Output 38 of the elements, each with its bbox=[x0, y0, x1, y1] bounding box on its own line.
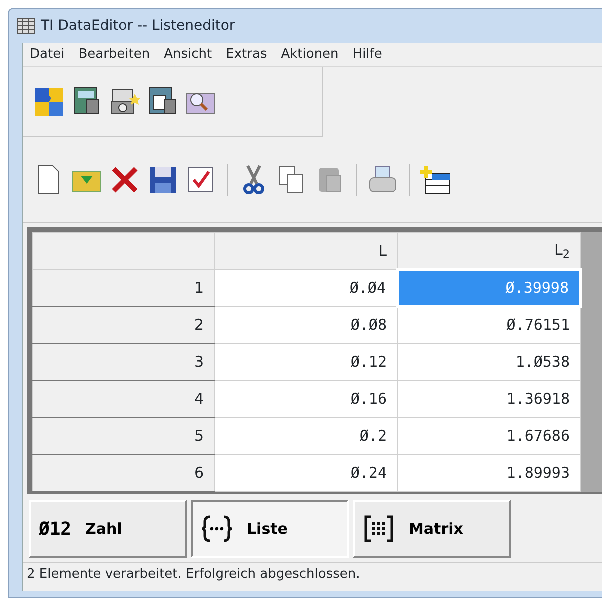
table-cell[interactable]: 1.67686 bbox=[398, 418, 580, 454]
list-braces-icon bbox=[201, 515, 233, 543]
table-cell[interactable]: Ø.Ø8 bbox=[214, 306, 398, 344]
menu-item[interactable]: Ansicht bbox=[157, 44, 220, 64]
row-header[interactable]: 1 bbox=[32, 270, 214, 306]
table-cell[interactable]: Ø.24 bbox=[214, 454, 398, 492]
matrix-brackets-icon bbox=[363, 515, 395, 543]
column-header[interactable]: L$_{2}$ bbox=[398, 232, 580, 270]
menu-item[interactable]: Aktionen bbox=[274, 44, 346, 64]
table-cell[interactable]: Ø.16 bbox=[214, 380, 398, 418]
menu-item[interactable]: Extras bbox=[219, 44, 274, 64]
device-icon[interactable] bbox=[147, 86, 179, 118]
menu-item[interactable]: Bearbeiten bbox=[72, 44, 158, 64]
row-header[interactable]: 2 bbox=[32, 306, 214, 344]
printer-icon[interactable] bbox=[367, 164, 399, 196]
table-cell[interactable]: Ø.12 bbox=[214, 344, 398, 380]
table-cell[interactable]: 1.Ø538 bbox=[398, 344, 580, 380]
puzzle-icon[interactable] bbox=[33, 86, 65, 118]
column-header[interactable]: L bbox=[214, 232, 398, 270]
table-cell[interactable]: 1.36918 bbox=[398, 380, 580, 418]
type-button[interactable]: Matrix bbox=[353, 500, 511, 558]
table-cell[interactable]: Ø.2 bbox=[214, 418, 398, 454]
status-text: 2 Elemente verarbeitet. Erfolgreich abgeschlossen. bbox=[26, 566, 362, 584]
row-header[interactable]: 3 bbox=[32, 344, 214, 380]
table-icon bbox=[17, 18, 35, 34]
type-button[interactable]: Ø12 Zahl bbox=[29, 500, 187, 558]
menu-item[interactable]: Hilfe bbox=[346, 44, 390, 64]
table-cell[interactable]: 1.89993 bbox=[398, 454, 580, 492]
table-cell[interactable]: Ø.Ø4 bbox=[214, 270, 398, 306]
row-header[interactable]: 4 bbox=[32, 380, 214, 418]
number-symbol: Ø12 bbox=[39, 518, 72, 542]
row-header[interactable]: 5 bbox=[32, 418, 214, 454]
table-cell[interactable]: Ø.76151 bbox=[398, 306, 580, 344]
window-title: TI DataEditor -- Listeneditor bbox=[41, 16, 236, 36]
row-header[interactable]: 6 bbox=[32, 454, 214, 492]
menu-item[interactable]: Datei bbox=[23, 44, 72, 64]
insert-row-icon[interactable] bbox=[420, 164, 452, 196]
type-button[interactable]: Liste bbox=[191, 500, 349, 558]
